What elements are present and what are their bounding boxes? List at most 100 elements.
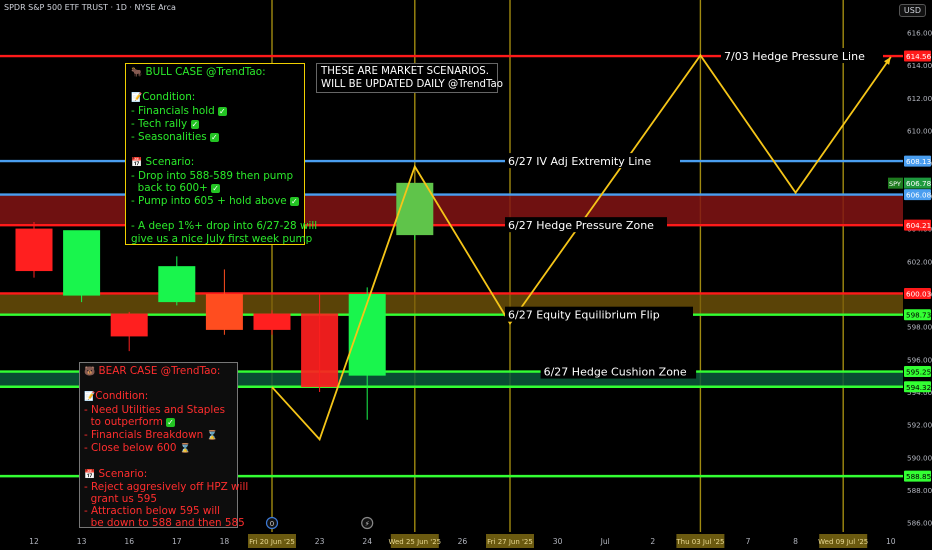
- memo-icon: 📝: [84, 392, 96, 403]
- x-tick-label: 26: [458, 537, 468, 546]
- price-tag-label: 604.21: [906, 221, 931, 230]
- candle-body: [15, 228, 53, 272]
- scenario-notice-box: THESE ARE MARKET SCENARIOS. WILL BE UPDA…: [316, 63, 504, 93]
- y-tick-label: 598.00: [907, 323, 932, 332]
- level-label: 6/27 Equity Equilibrium Flip: [508, 309, 660, 322]
- price-tag-label: 594.32: [906, 383, 931, 392]
- y-tick-label: 590.00: [907, 453, 932, 462]
- bull-scenario-line: back to 600+: [131, 181, 208, 194]
- notice-line: WILL BE UPDATED DAILY @TrendTao: [321, 78, 504, 90]
- y-tick-label: 614.00: [907, 61, 932, 70]
- bear-condition: - Need Utilities and Staples: [84, 403, 226, 416]
- bear-case-box: 🐻 BEAR CASE @TrendTao: 📝Condition: - Nee…: [79, 362, 248, 529]
- current-price-label: 606.78: [906, 179, 932, 188]
- bear-condition: - Close below 600: [84, 442, 177, 455]
- price-axis[interactable]: [903, 0, 932, 550]
- candle-body: [396, 182, 434, 236]
- symbol-tag-label: SPY: [889, 180, 901, 188]
- bear-scenario-line: be down to 588 and then 585: [84, 517, 245, 530]
- candle-body: [158, 266, 196, 303]
- x-tick-label: 30: [553, 537, 563, 546]
- bear-condition: to outperform: [84, 415, 163, 428]
- x-tick-label: 24: [362, 537, 372, 546]
- level-label: 6/27 IV Adj Extremity Line: [508, 155, 651, 168]
- candle-body: [301, 313, 339, 388]
- price-tag-label: 595.25: [906, 368, 931, 377]
- bear-title: BEAR CASE @TrendTao:: [98, 365, 221, 377]
- y-tick-label: 596.00: [907, 355, 932, 364]
- check-icon: ✓: [218, 106, 227, 116]
- memo-icon: 📝: [131, 93, 143, 104]
- x-tick-label: 17: [172, 537, 182, 546]
- bull-note-line: give us a nice July first week pump: [131, 232, 313, 245]
- candle-body: [253, 313, 291, 330]
- y-tick-label: 616.00: [907, 29, 932, 38]
- check-icon: ✓: [166, 417, 175, 427]
- price-tag-label: 600.03: [906, 289, 931, 298]
- check-icon: ✓: [211, 183, 220, 193]
- price-tag-label: 608.13: [906, 157, 931, 166]
- bear-scenario-line: grant us 595: [84, 493, 157, 506]
- x-tick-label: Jul: [600, 537, 610, 546]
- bull-scenario-line: - Pump into 605 + hold above: [131, 195, 287, 208]
- level-label: 7/03 Hedge Pressure Line: [724, 50, 865, 63]
- bear-scenario-line: - Attraction below 595 will: [84, 505, 221, 518]
- hourglass-icon: ⌛: [206, 431, 218, 442]
- level-label: 6/27 Hedge Cushion Zone: [544, 366, 687, 379]
- x-tick-label: 12: [29, 537, 39, 546]
- price-tag-label: 588.85: [906, 472, 931, 481]
- bear-icon: 🐻: [84, 367, 96, 377]
- price-tag-label: 606.08: [906, 191, 932, 200]
- bear-scenario-heading: Scenario:: [98, 467, 148, 480]
- level-label: 6/27 Hedge Pressure Zone: [508, 219, 654, 232]
- event-marker-glyph: ⚡: [365, 520, 370, 528]
- candle-body: [348, 293, 386, 376]
- check-icon: ✓: [290, 197, 299, 207]
- calendar-icon: 📅: [84, 469, 96, 480]
- y-tick-label: 610.00: [907, 127, 932, 136]
- x-tick-label: Wed 09 Jul '25: [818, 538, 868, 546]
- check-icon: ✓: [190, 119, 200, 129]
- check-icon: ✓: [210, 133, 219, 143]
- x-tick-label: 8: [793, 537, 798, 546]
- bear-scenario-line: - Reject aggresively off HPZ will: [84, 480, 249, 493]
- price-zone: [0, 293, 903, 315]
- x-tick-label: Thu 03 Jul '25: [675, 538, 724, 546]
- x-tick-label: 23: [315, 537, 325, 546]
- price-tag-label: 598.73: [906, 311, 931, 320]
- bull-icon: 🐂: [131, 68, 143, 78]
- chart-header-title: SPDR S&P 500 ETF TRUST · 1D · NYSE Arca: [4, 3, 176, 12]
- bear-condition-heading: Condition:: [95, 390, 149, 403]
- candle-body: [110, 313, 148, 337]
- x-tick-label: Fri 27 Jun '25: [487, 538, 533, 546]
- x-tick-label: 10: [886, 537, 896, 546]
- bull-condition: - Seasonalities: [131, 131, 207, 144]
- bull-scenario-heading: Scenario:: [145, 156, 195, 169]
- candle-body: [205, 293, 243, 330]
- bull-note-line: - A deep 1%+ drop into 6/27-28 will: [131, 220, 318, 233]
- x-tick-label: 2: [650, 537, 655, 546]
- x-tick-label: 18: [220, 537, 230, 546]
- bull-condition: - Financials hold: [131, 104, 215, 117]
- bull-condition-heading: Condition:: [142, 91, 196, 104]
- x-tick-label: 13: [77, 537, 87, 546]
- bull-scenario-line: - Drop into 588-589 then pump: [131, 169, 294, 182]
- bull-case-box: 🐂 BULL CASE @TrendTao: 📝Condition: - Fin…: [125, 63, 317, 245]
- event-marker-glyph: 0: [270, 520, 274, 528]
- bull-condition: - Tech rally: [131, 117, 188, 130]
- x-tick-label: Fri 20 Jun '25: [249, 538, 295, 546]
- y-tick-label: 612.00: [907, 94, 932, 103]
- x-tick-label: 16: [124, 537, 134, 546]
- calendar-icon: 📅: [131, 158, 143, 169]
- hourglass-icon: ⌛: [179, 444, 192, 455]
- currency-button[interactable]: USD: [898, 4, 926, 17]
- y-tick-label: 602.00: [907, 257, 932, 266]
- x-tick-label: Wed 25 Jun '25: [388, 538, 441, 546]
- x-tick-label: 7: [746, 537, 751, 546]
- candle-body: [63, 230, 101, 296]
- bear-condition: - Financials Breakdown: [84, 429, 204, 442]
- y-tick-label: 586.00: [907, 519, 932, 528]
- notice-line: THESE ARE MARKET SCENARIOS.: [321, 66, 490, 77]
- price-tag-label: 614.56: [906, 52, 932, 61]
- bull-title: BULL CASE @TrendTao:: [145, 66, 266, 78]
